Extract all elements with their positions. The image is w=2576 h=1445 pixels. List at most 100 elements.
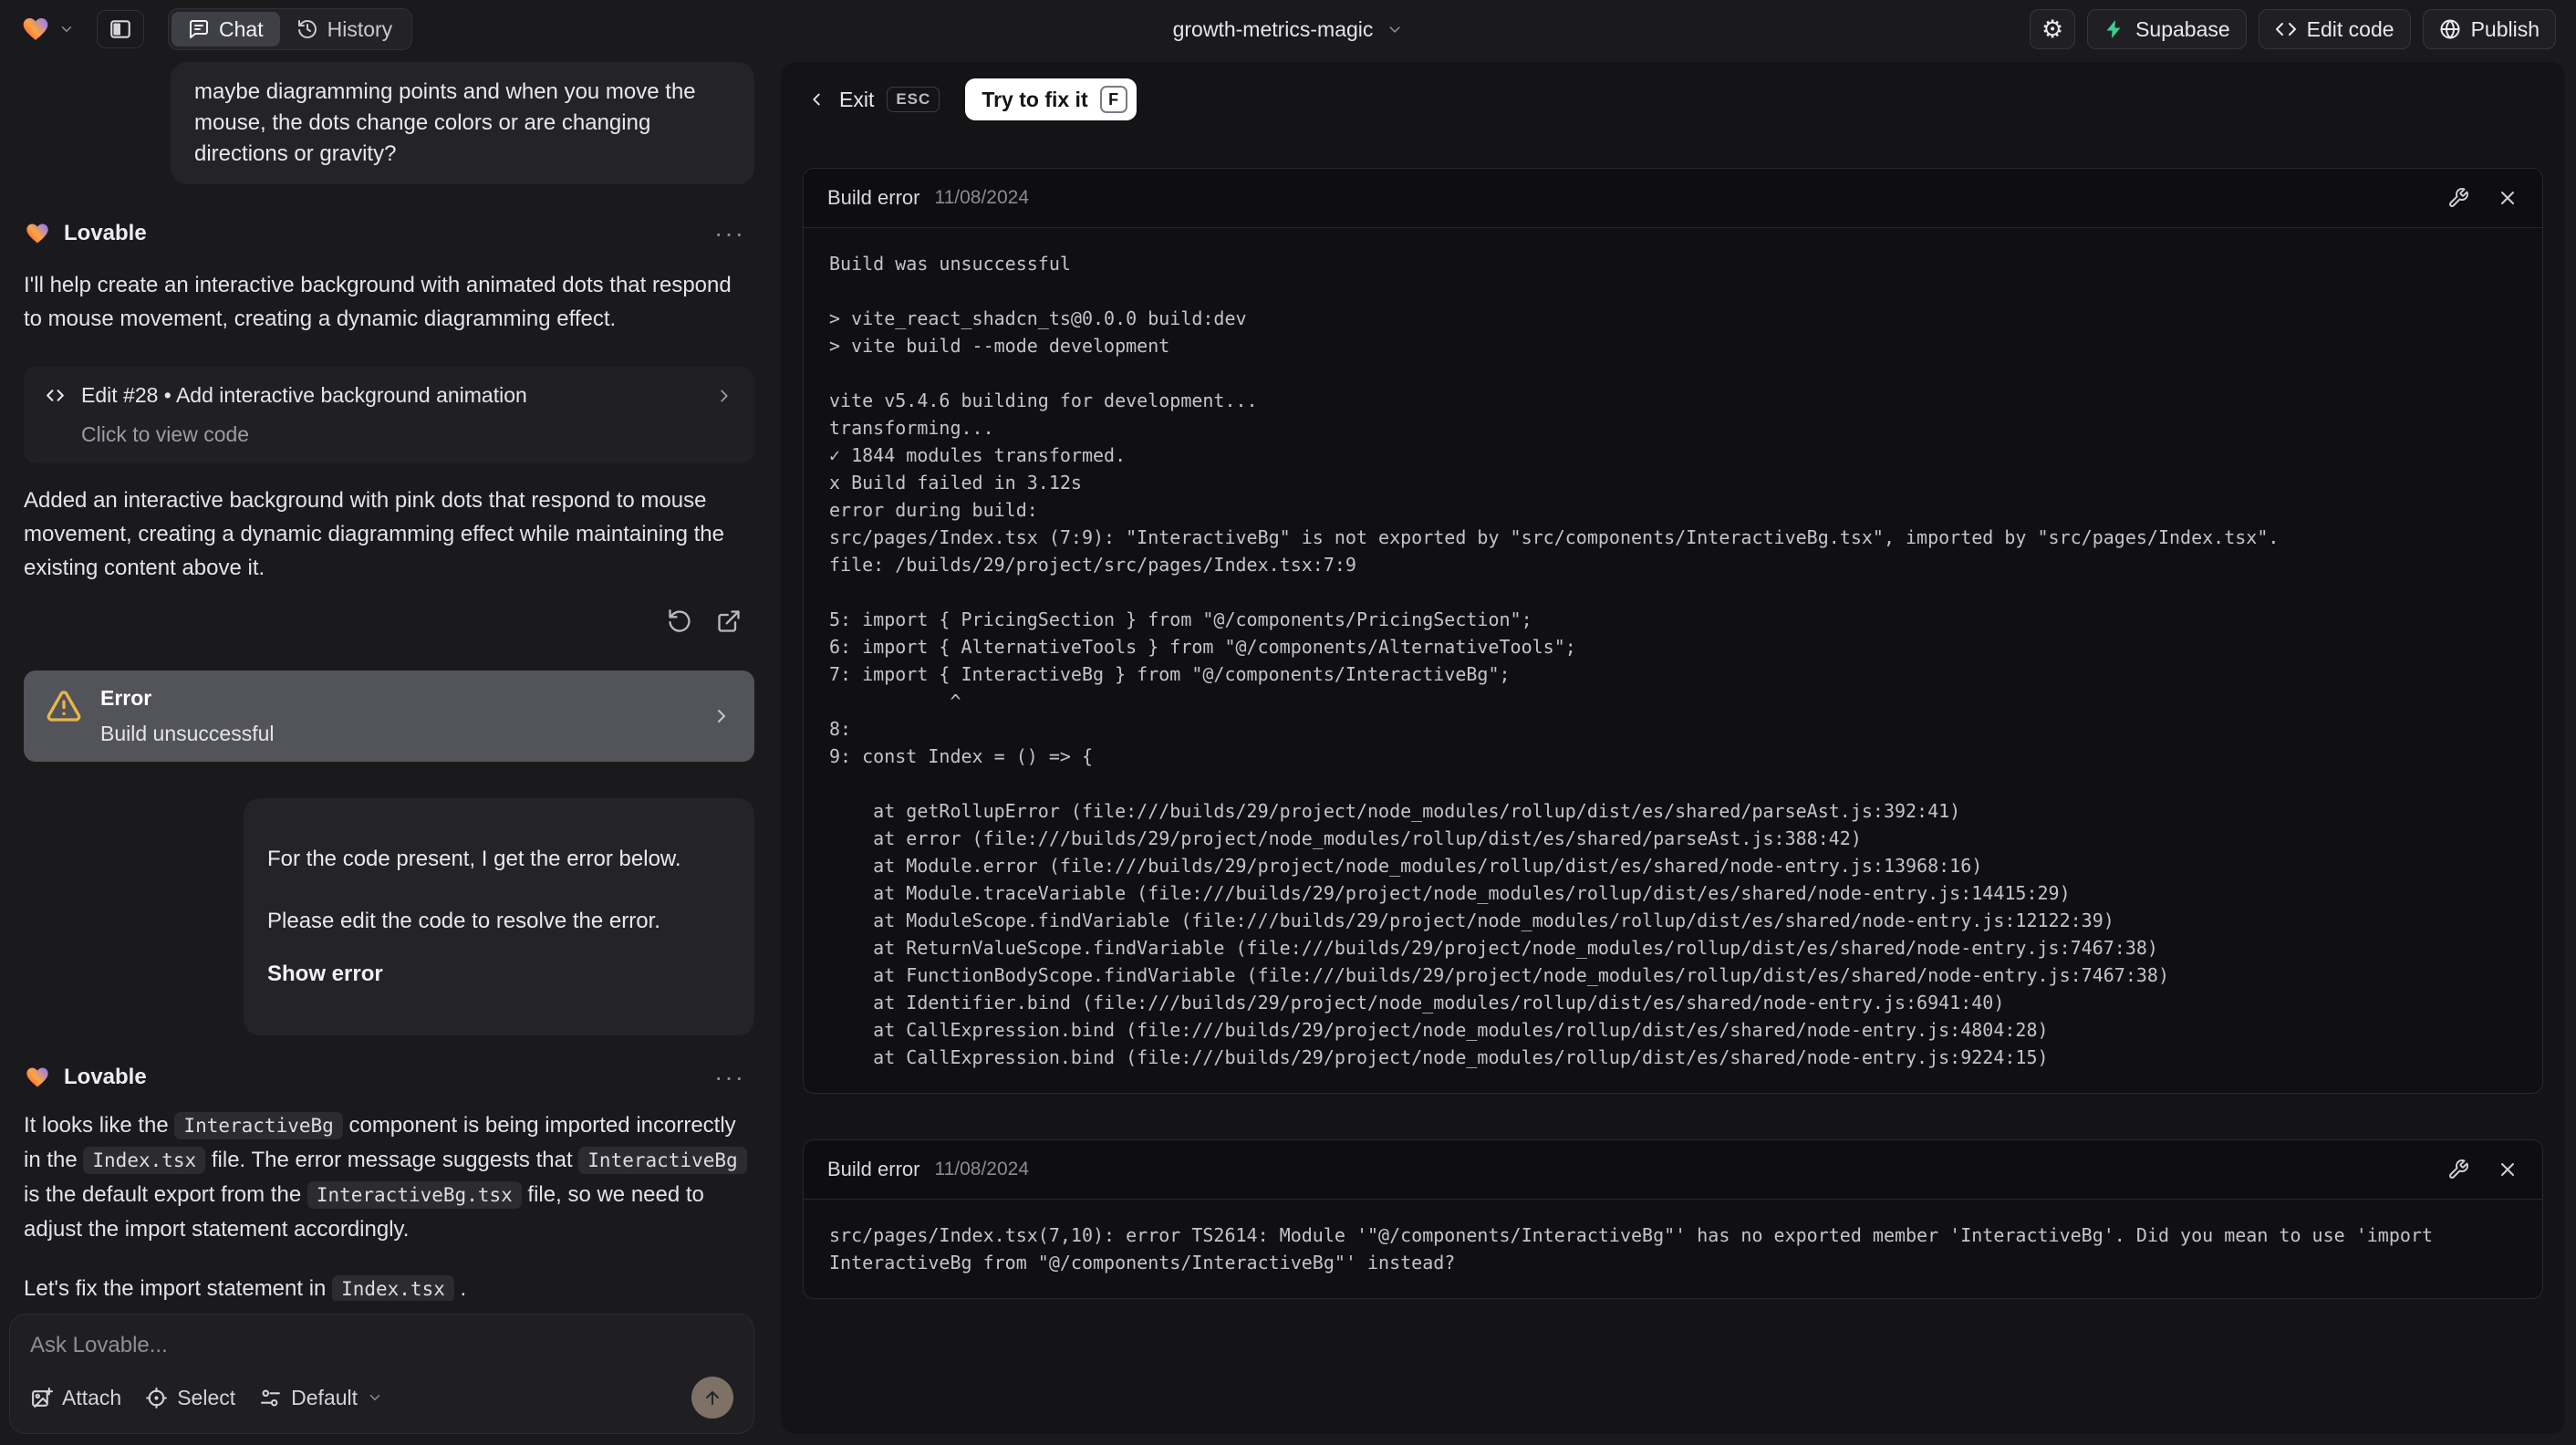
build-error-card[interactable]: Error Build unsuccessful — [24, 671, 754, 762]
inline-code: InteractiveBg — [578, 1147, 747, 1174]
edit-code-button[interactable]: Edit code — [2258, 9, 2411, 49]
lovable-heart-icon — [26, 224, 48, 244]
wrench-icon[interactable] — [2447, 187, 2469, 209]
assistant-text: Let's fix the import statement in Index.… — [24, 1275, 467, 1301]
lovable-heart-icon — [26, 1067, 48, 1087]
chevron-down-icon — [369, 1395, 380, 1400]
message-actions — [24, 608, 754, 634]
supabase-button[interactable]: Supabase — [2087, 9, 2247, 49]
f-key-badge: F — [1099, 86, 1127, 113]
publish-button[interactable]: Publish — [2422, 9, 2556, 49]
target-icon — [146, 1387, 168, 1409]
chat-message-list[interactable]: maybe diagramming points and when you mo… — [0, 58, 765, 1301]
build-error-date: 11/08/2024 — [934, 1159, 1030, 1180]
more-options-icon[interactable]: ··· — [714, 1063, 745, 1092]
lovable-logo-menu[interactable] — [20, 15, 75, 44]
assistant-text: Added an interactive background with pin… — [24, 488, 724, 580]
build-error-panel: Build error 11/08/2024 Build was unsucce… — [803, 168, 2543, 1094]
more-options-icon[interactable]: ··· — [714, 219, 745, 248]
assistant-message-header: Lovable ··· — [24, 219, 754, 248]
warning-triangle-icon — [47, 691, 81, 722]
exit-label: Exit — [839, 87, 875, 111]
model-selector[interactable]: Default — [259, 1386, 383, 1410]
assistant-text: It looks like the InteractiveBg componen… — [24, 1108, 754, 1246]
inline-code: InteractiveBg — [174, 1112, 343, 1139]
build-error-log[interactable]: Build was unsuccessful > vite_react_shad… — [804, 228, 2542, 1093]
build-error-title: Build error — [827, 186, 920, 209]
show-error-link[interactable]: Show error — [267, 959, 731, 990]
build-error-log[interactable]: src/pages/Index.tsx(7,10): error TS2614:… — [804, 1200, 2542, 1298]
edit-28-card[interactable]: Edit #28 • Add interactive background an… — [24, 367, 754, 463]
exit-button[interactable]: Exit ESC — [806, 87, 940, 112]
edit-card-subtitle: Click to view code — [81, 422, 250, 446]
supabase-label: Supabase — [2135, 16, 2230, 41]
preview-panel: Exit ESC Try to fix it F Build error 11/… — [781, 62, 2565, 1434]
user-message: maybe diagramming points and when you mo… — [171, 62, 754, 184]
tab-history-label: History — [327, 16, 393, 41]
composer: Attach Select Default — [9, 1314, 754, 1434]
attach-label: Attach — [62, 1385, 122, 1409]
supabase-bolt-icon — [2106, 20, 2121, 38]
top-header: Chat History growth-metrics-magic ⚙ Supa… — [0, 0, 2576, 58]
inline-code: Index.tsx — [83, 1147, 206, 1174]
chevron-down-icon — [61, 26, 72, 32]
assistant-name: Lovable — [64, 1065, 147, 1089]
sliders-icon — [261, 1389, 281, 1406]
tab-history[interactable]: History — [280, 12, 410, 47]
inline-code: InteractiveBg.tsx — [306, 1181, 522, 1209]
try-to-fix-label: Try to fix it — [982, 87, 1088, 111]
open-external-icon[interactable] — [716, 608, 742, 634]
chevron-left-icon — [813, 93, 820, 106]
select-button[interactable]: Select — [145, 1386, 235, 1410]
close-icon[interactable] — [2497, 1159, 2519, 1180]
tab-chat[interactable]: Chat — [171, 12, 280, 47]
build-error-date: 11/08/2024 — [934, 187, 1030, 208]
send-button[interactable] — [691, 1377, 733, 1419]
panel-left-icon — [110, 20, 130, 38]
esc-key-badge: ESC — [887, 87, 940, 112]
globe-icon — [2440, 19, 2460, 39]
chat-input[interactable] — [30, 1333, 733, 1358]
attach-button[interactable]: Attach — [30, 1386, 121, 1410]
assistant-name: Lovable — [64, 221, 147, 245]
lovable-heart-icon — [23, 18, 48, 40]
settings-button[interactable]: ⚙ — [2030, 9, 2076, 49]
error-overlay-toolbar: Exit ESC Try to fix it F — [803, 73, 2543, 126]
assistant-text: I'll help create an interactive backgrou… — [24, 273, 732, 331]
edit-code-label: Edit code — [2306, 16, 2394, 41]
inline-code: Index.tsx — [332, 1275, 454, 1301]
chevron-down-icon — [1389, 26, 1400, 33]
code-icon — [47, 390, 64, 401]
attach-image-icon — [32, 1387, 53, 1408]
build-error-panel: Build error 11/08/2024 src/pages/Index.t… — [803, 1139, 2543, 1299]
chat-panel: maybe diagramming points and when you mo… — [0, 58, 765, 1445]
edit-card-title: Edit #28 • Add interactive background an… — [81, 383, 527, 407]
error-card-title: Error — [100, 686, 152, 710]
close-icon[interactable] — [2497, 187, 2519, 209]
build-error-header: Build error 11/08/2024 — [804, 1140, 2542, 1200]
wrench-icon[interactable] — [2447, 1159, 2469, 1180]
user-message: For the code present, I get the error be… — [244, 798, 754, 1035]
chat-bubble-icon — [190, 20, 208, 38]
chat-history-tab-group: Chat History — [168, 8, 413, 50]
restore-icon[interactable] — [667, 608, 692, 634]
user-message-text: For the code present, I get the error be… — [267, 847, 681, 933]
project-name: growth-metrics-magic — [1172, 16, 1374, 41]
assistant-message-header: Lovable ··· — [24, 1063, 754, 1092]
try-to-fix-button[interactable]: Try to fix it F — [965, 78, 1137, 120]
select-label: Select — [177, 1385, 236, 1409]
tab-chat-label: Chat — [219, 16, 264, 41]
chevron-right-icon — [721, 390, 728, 401]
arrow-up-icon — [706, 1391, 719, 1405]
history-icon — [297, 20, 317, 38]
project-switcher[interactable]: growth-metrics-magic — [1173, 17, 1404, 42]
gear-icon: ⚙ — [2041, 15, 2064, 43]
chevron-right-icon — [718, 710, 725, 722]
error-card-subtitle: Build unsuccessful — [100, 722, 275, 745]
build-error-header: Build error 11/08/2024 — [804, 169, 2542, 228]
code-icon — [2275, 23, 2296, 36]
model-label: Default — [291, 1385, 358, 1409]
sidebar-toggle-button[interactable] — [97, 10, 144, 48]
publish-label: Publish — [2470, 16, 2540, 41]
build-error-title: Build error — [827, 1158, 920, 1180]
